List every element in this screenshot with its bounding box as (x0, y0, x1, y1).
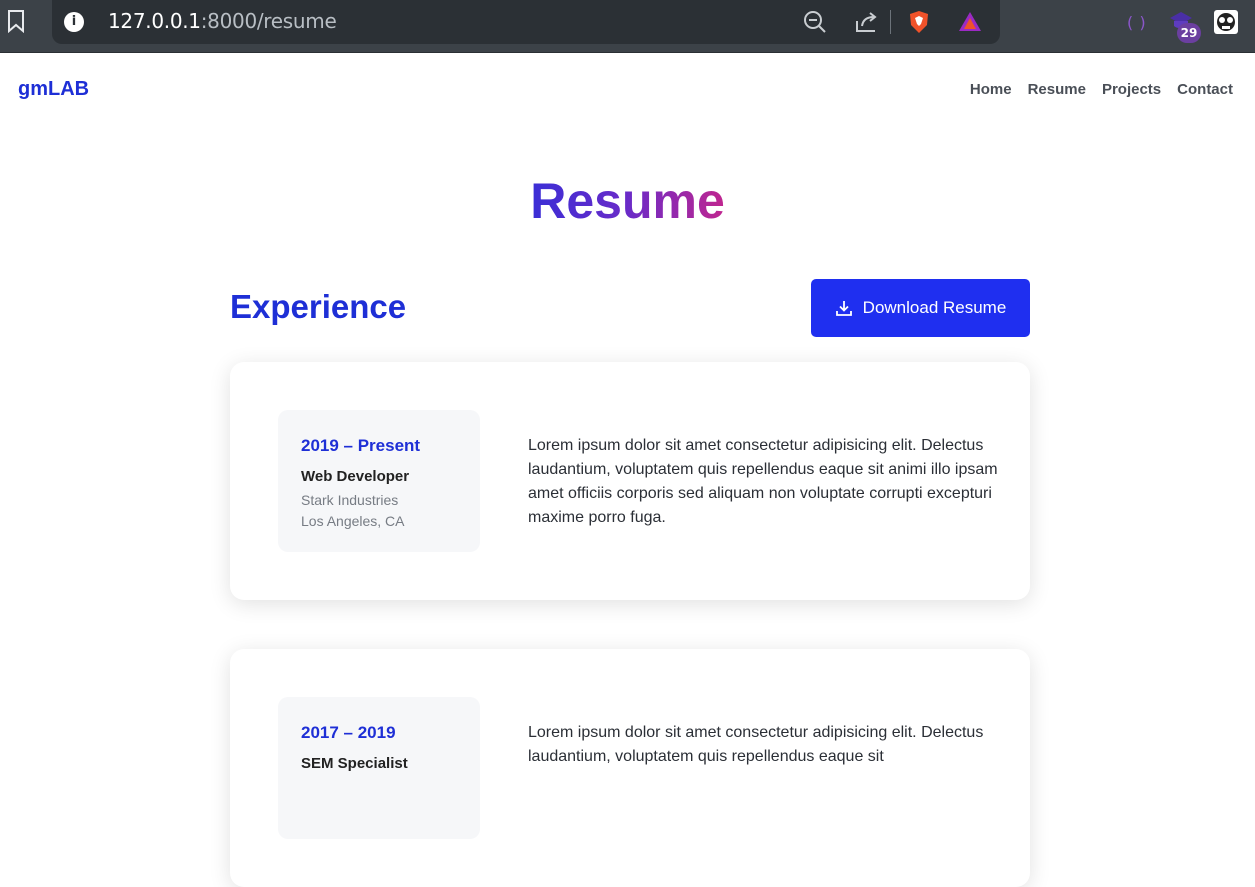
url-text[interactable]: 127.0.0.1:8000/resume (108, 9, 337, 33)
brave-rewards-icon[interactable] (957, 9, 983, 35)
experience-location: Los Angeles, CA (301, 513, 405, 529)
download-resume-button[interactable]: Download Resume (811, 279, 1030, 337)
svg-text:(: ( (1125, 13, 1135, 32)
browser-toolbar: i 127.0.0.1:8000/resume ( ) 29 (0, 0, 1255, 53)
page-title: Resume (530, 173, 725, 229)
extension-badge: 29 (1177, 23, 1201, 43)
bookmark-icon[interactable] (6, 9, 26, 33)
nav-projects[interactable]: Projects (1102, 81, 1161, 98)
experience-role: Web Developer (301, 468, 410, 485)
experience-company: Stark Industries (301, 492, 399, 508)
experience-meta: 2019 – Present Web Developer Stark Indus… (278, 410, 480, 552)
section-title-experience: Experience (230, 288, 407, 325)
toolbar-separator (890, 10, 891, 34)
experience-description: Lorem ipsum dolor sit amet consectetur a… (528, 724, 984, 765)
experience-description: Lorem ipsum dolor sit amet consectetur a… (528, 437, 998, 526)
site-logo[interactable]: gmLAB (18, 78, 89, 101)
extension-brackets-icon[interactable]: ( ) (1123, 9, 1149, 35)
nav-resume[interactable]: Resume (1028, 81, 1086, 98)
experience-role: SEM Specialist (301, 755, 408, 772)
zoom-out-icon[interactable] (802, 9, 828, 35)
brave-shield-icon[interactable] (906, 9, 932, 35)
share-icon[interactable] (853, 9, 879, 35)
svg-text:): ) (1138, 13, 1148, 32)
experience-period: 2019 – Present (301, 436, 421, 455)
info-icon[interactable]: i (64, 12, 84, 32)
download-resume-label: Download Resume (862, 298, 1007, 317)
experience-meta: 2017 – 2019 SEM Specialist (278, 697, 480, 839)
experience-card: 2017 – 2019 SEM Specialist Lorem ipsum d… (230, 649, 1030, 887)
nav-home[interactable]: Home (970, 81, 1012, 98)
experience-card: 2019 – Present Web Developer Stark Indus… (230, 362, 1030, 600)
extension-avatar-icon[interactable] (1213, 9, 1239, 35)
nav-contact[interactable]: Contact (1177, 81, 1233, 98)
experience-period: 2017 – 2019 (301, 723, 396, 742)
download-icon (835, 301, 852, 316)
main-nav: Home Resume Projects Contact (970, 81, 1233, 98)
